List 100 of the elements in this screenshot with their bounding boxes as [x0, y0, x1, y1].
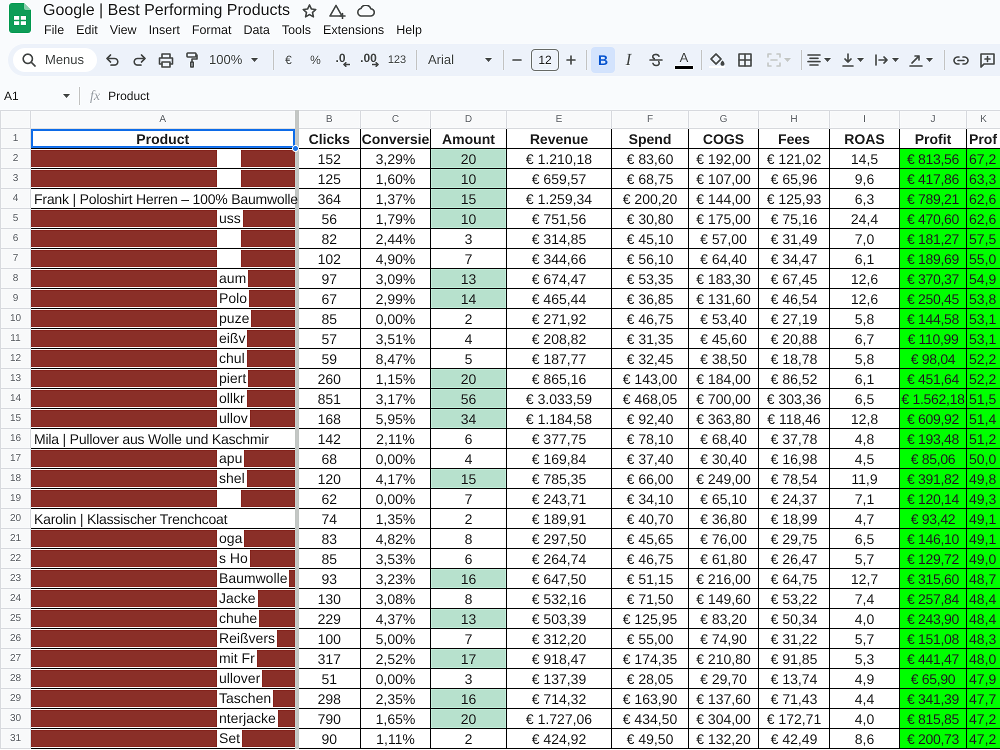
menu-item[interactable]: Data [237, 21, 276, 39]
row-header[interactable]: 14 [0, 388, 30, 408]
column-header[interactable]: J [900, 110, 966, 128]
row-header[interactable]: 8 [0, 268, 30, 288]
menu-item[interactable]: Edit [70, 21, 104, 39]
decrease-decimals-button[interactable]: .0 [329, 47, 356, 73]
currency-format-button[interactable]: € [275, 47, 302, 73]
row-header[interactable]: 27 [0, 648, 30, 668]
table-cell: € 249,00 [688, 468, 758, 488]
product-name: puze [218, 310, 250, 327]
cloud-status-button[interactable] [356, 5, 375, 17]
row-header[interactable]: 29 [0, 688, 30, 708]
table-cell: € 53,40 [688, 308, 758, 328]
table-cell: € 65,96 [758, 168, 830, 188]
table-cell: 48,4 [966, 608, 1000, 628]
menus-search-field[interactable]: Menus [13, 48, 97, 72]
row-header[interactable]: 13 [0, 368, 30, 388]
font-size-field[interactable]: 12 [531, 49, 559, 71]
row-header[interactable]: 31 [0, 728, 30, 748]
column-header[interactable]: C [360, 110, 430, 128]
row-header[interactable]: 28 [0, 668, 30, 688]
table-cell: € 110,99 [900, 328, 966, 348]
row-header[interactable]: 4 [0, 188, 30, 208]
table-cell: 7,0 [830, 228, 900, 248]
column-header[interactable]: E [506, 110, 612, 128]
table-cell: 3,29% [360, 148, 430, 168]
font-dropdown[interactable]: Arial [420, 47, 498, 73]
table-cell: € 193,48 [900, 428, 966, 448]
column-header[interactable]: I [830, 110, 900, 128]
table-cell: 47,9 [966, 668, 1000, 688]
row-header[interactable]: 18 [0, 468, 30, 488]
row-header[interactable]: 25 [0, 608, 30, 628]
table-cell: € 120,14 [900, 488, 966, 508]
row-header[interactable]: 11 [0, 328, 30, 348]
spreadsheet-logo-icon[interactable] [9, 3, 31, 33]
table-cell: € 46,75 [612, 308, 688, 328]
caret-icon [857, 58, 864, 62]
star-button[interactable] [302, 4, 317, 18]
table-cell: € 34,47 [758, 248, 830, 268]
row-header[interactable]: 6 [0, 228, 30, 248]
document-title[interactable]: Google | Best Performing Products [43, 2, 290, 20]
row-header[interactable]: 9 [0, 288, 30, 308]
more-formats-button[interactable]: 123 [383, 47, 411, 73]
column-header[interactable]: A [30, 110, 296, 128]
table-cell: € 91,85 [758, 648, 830, 668]
row-header[interactable]: 15 [0, 408, 30, 428]
text-color-button[interactable]: A [669, 47, 699, 73]
row-header[interactable]: 1 [0, 128, 30, 148]
row-header[interactable]: 20 [0, 508, 30, 528]
table-cell: 0,00% [360, 308, 430, 328]
fill-handle[interactable] [292, 145, 298, 152]
row-header[interactable]: 24 [0, 588, 30, 608]
percent-format-button[interactable]: % [302, 47, 329, 73]
row-header[interactable]: 16 [0, 428, 30, 448]
row-header[interactable]: 7 [0, 248, 30, 268]
table-cell: € 29,75 [758, 528, 830, 548]
move-button[interactable] [328, 4, 346, 18]
menu-item[interactable]: Format [186, 21, 238, 39]
column-header[interactable]: H [758, 110, 830, 128]
row-header[interactable]: 10 [0, 308, 30, 328]
row-header[interactable]: 21 [0, 528, 30, 548]
name-box[interactable]: A1 [0, 86, 74, 106]
row-header[interactable]: 23 [0, 568, 30, 588]
column-header[interactable]: B [296, 110, 360, 128]
row-header[interactable]: 2 [0, 148, 30, 168]
column-header[interactable]: D [430, 110, 506, 128]
table-cell: € 76,00 [688, 528, 758, 548]
table-cell: € 98,04 [900, 348, 966, 368]
table-cell: € 132,20 [688, 728, 758, 748]
zoom-dropdown[interactable]: 100% [205, 47, 263, 73]
caret-icon [926, 58, 933, 62]
row-header[interactable]: 19 [0, 488, 30, 508]
bold-button[interactable]: B [591, 47, 615, 73]
column-header[interactable]: F [612, 110, 688, 128]
menu-item[interactable]: Tools [276, 21, 318, 39]
table-cell: 11,9 [830, 468, 900, 488]
row-header[interactable]: 30 [0, 708, 30, 728]
column-header[interactable]: G [688, 110, 758, 128]
menu-item[interactable]: Help [390, 21, 428, 39]
table-cell: € 174,35 [612, 648, 688, 668]
table-cell: 120 [296, 468, 360, 488]
row-header[interactable]: 22 [0, 548, 30, 568]
comment-plus-icon [980, 52, 995, 68]
row-header[interactable]: 17 [0, 448, 30, 468]
link-icon [952, 56, 968, 64]
italic-button[interactable]: I [615, 47, 642, 73]
formula-field[interactable]: Product [108, 86, 1000, 106]
menu-item[interactable]: File [38, 21, 70, 39]
increase-decimals-button[interactable]: .00 [356, 47, 383, 73]
row-header[interactable]: 5 [0, 208, 30, 228]
row-header[interactable]: 26 [0, 628, 30, 648]
menu-item[interactable]: Insert [142, 21, 186, 39]
row-header[interactable]: 3 [0, 168, 30, 188]
table-cell: € 30,80 [612, 208, 688, 228]
table-cell: 57,5 [966, 228, 1000, 248]
column-header[interactable]: K [966, 110, 1000, 128]
row-header[interactable]: 12 [0, 348, 30, 368]
table-cell: 16 [430, 688, 506, 708]
menu-item[interactable]: Extensions [317, 21, 390, 39]
menu-item[interactable]: View [104, 21, 143, 39]
